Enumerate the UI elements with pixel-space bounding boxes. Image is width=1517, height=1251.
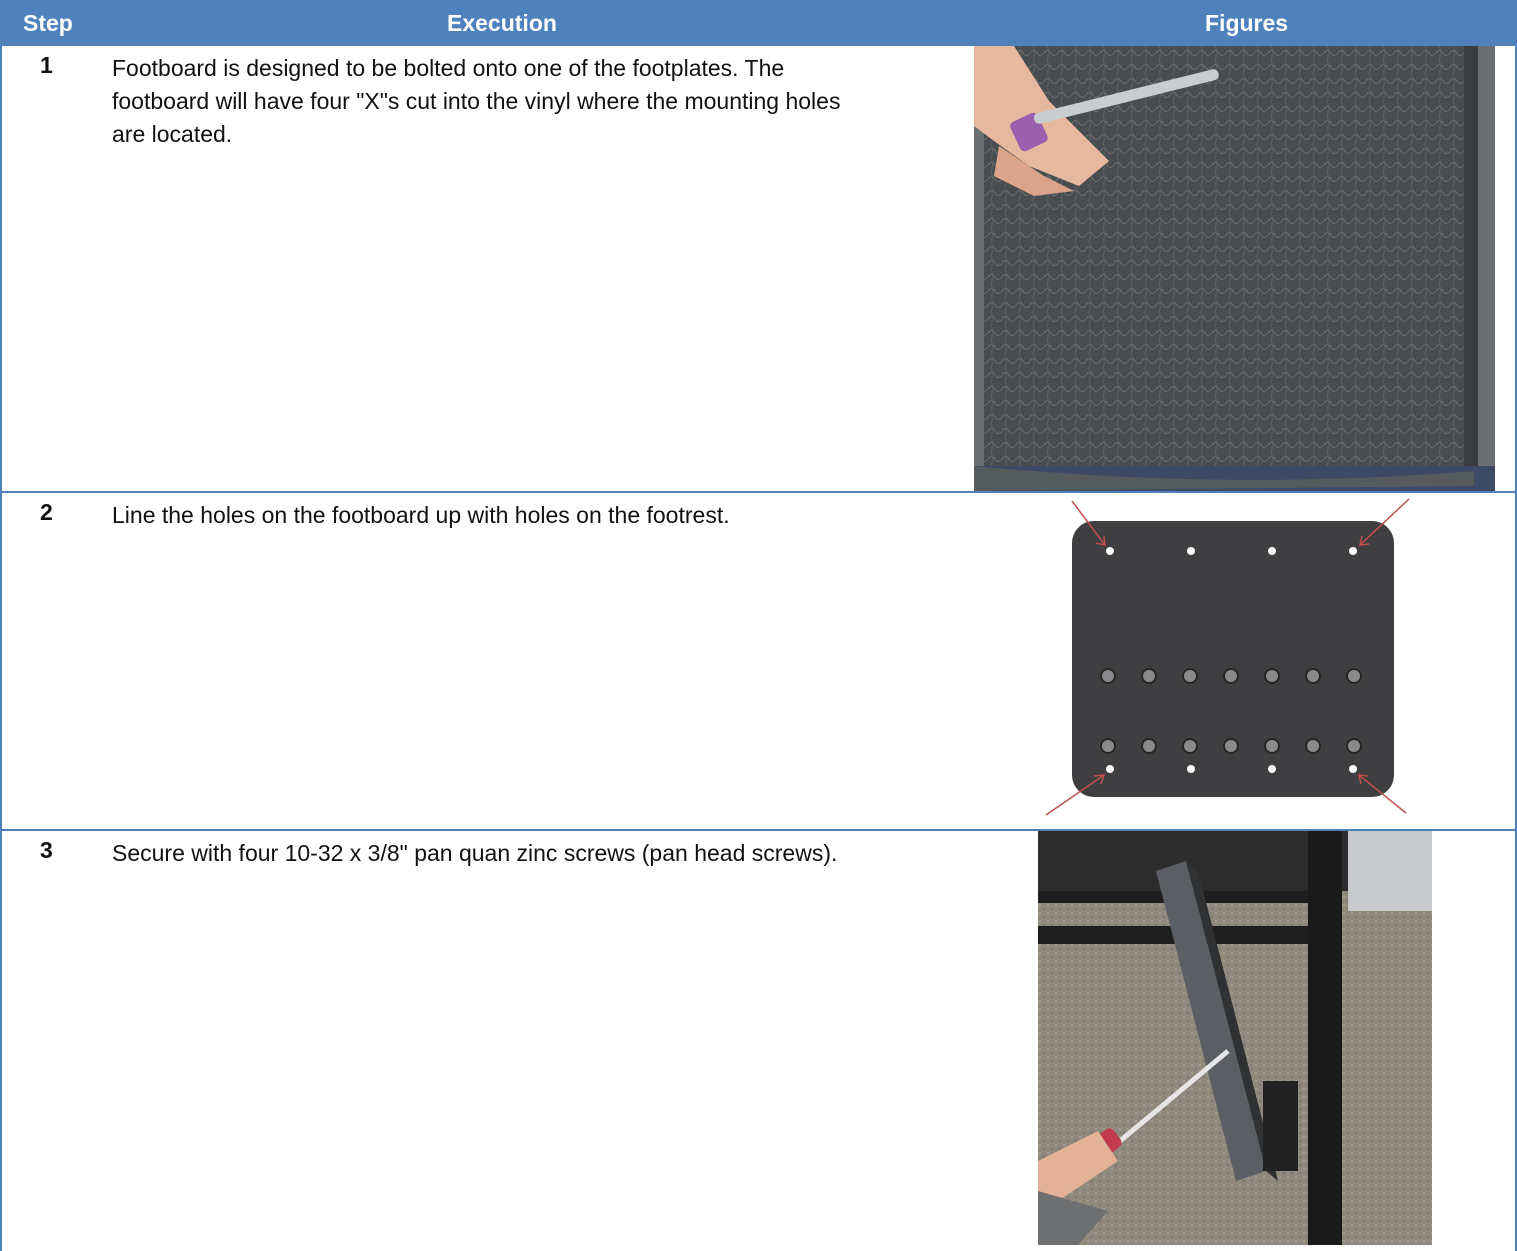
step-number: 1 xyxy=(40,52,53,78)
table-row: 1 Footboard is designed to be bolted ont… xyxy=(0,46,1517,493)
table-header: Step Execution Figures xyxy=(0,0,1517,46)
step-number: 3 xyxy=(40,837,53,863)
header-execution: Execution xyxy=(447,10,557,36)
step-execution: Line the holes on the footboard up with … xyxy=(112,502,730,528)
mounting-illustration xyxy=(1038,831,1432,1245)
header-step: Step xyxy=(23,10,73,36)
footboard-photo xyxy=(974,46,1495,491)
footboard-illustration xyxy=(974,46,1495,491)
step-execution: Footboard is designed to be bolted onto … xyxy=(112,55,841,147)
table-row: 2 Line the holes on the footboard up wit… xyxy=(0,493,1517,831)
table-row: 3 Secure with four 10-32 x 3/8" pan quan… xyxy=(0,831,1517,1251)
mounting-photo xyxy=(1038,831,1432,1245)
footplate-illustration xyxy=(1045,498,1410,816)
step-number: 2 xyxy=(40,499,53,525)
footplate-diagram xyxy=(1042,493,1422,823)
step-execution: Secure with four 10-32 x 3/8" pan quan z… xyxy=(112,840,838,866)
header-figures: Figures xyxy=(1205,10,1289,36)
